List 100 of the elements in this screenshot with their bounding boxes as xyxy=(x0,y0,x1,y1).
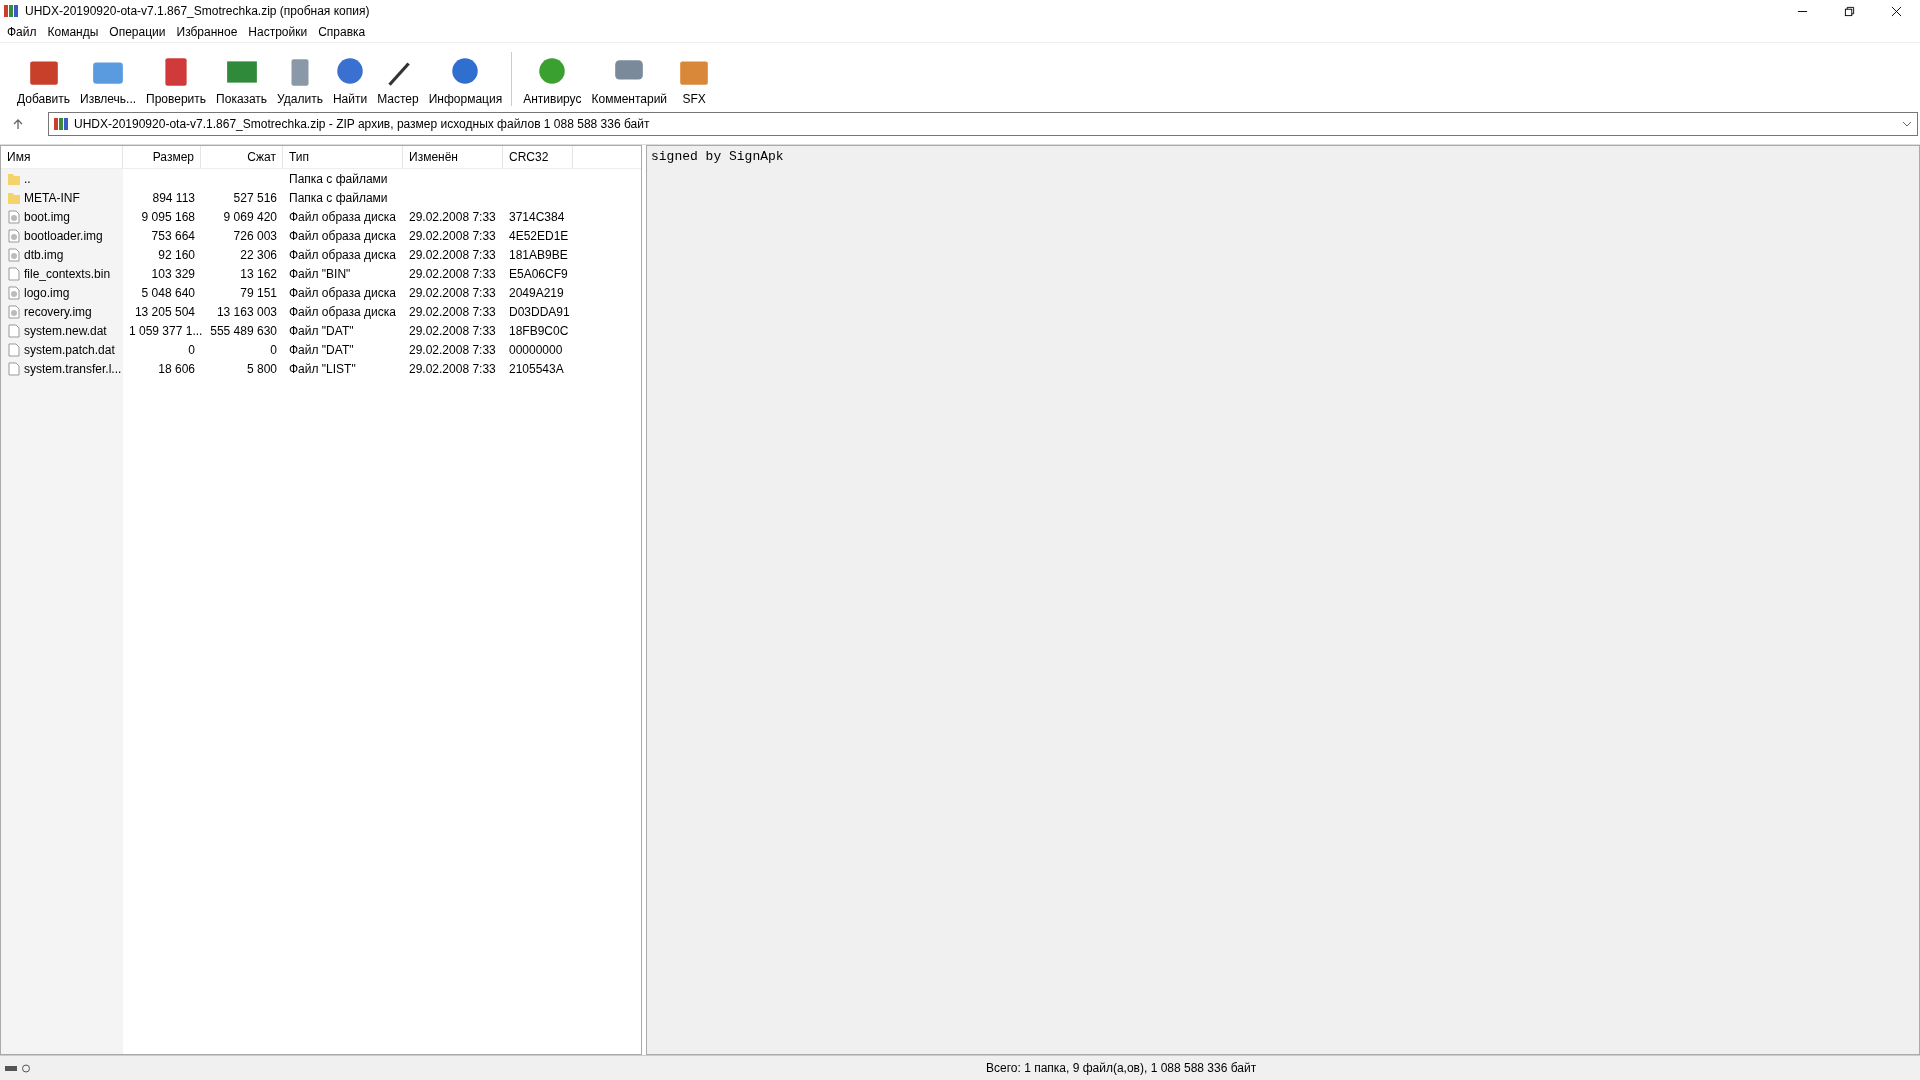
packed-cell-text: 0 xyxy=(269,342,278,357)
modified-cell-text: 29.02.2008 7:33 xyxy=(408,228,497,243)
menu-item[interactable]: Избранное xyxy=(171,25,244,39)
modified-cell-text: 29.02.2008 7:33 xyxy=(408,209,497,224)
toolbar-button[interactable]: Извлечь... xyxy=(75,55,142,106)
file-name-cell[interactable]: boot.img xyxy=(1,209,123,224)
column-header[interactable]: Изменён xyxy=(403,146,503,168)
toolbar-button[interactable]: SFX xyxy=(672,55,717,106)
file-name-cell[interactable]: system.transfer.l... xyxy=(1,361,123,376)
column-header[interactable]: Тип xyxy=(283,146,403,168)
type-cell-text: Файл образа диска xyxy=(288,209,397,224)
menu-item[interactable]: Команды xyxy=(42,25,105,39)
size-cell-text: 92 160 xyxy=(157,247,196,262)
file-name-cell[interactable]: .. xyxy=(1,171,123,186)
packed-cell-text: 5 800 xyxy=(245,361,278,376)
modified-cell-text: 29.02.2008 7:33 xyxy=(408,285,497,300)
size-cell-text: 13 205 504 xyxy=(133,304,196,319)
toolbar-button[interactable]: Информация xyxy=(423,55,508,106)
packed-cell-text: 22 306 xyxy=(239,247,278,262)
toolbar-button[interactable]: Добавить xyxy=(12,55,76,106)
file-name-cell[interactable]: bootloader.img xyxy=(1,228,123,243)
packed-cell-text: 555 489 630 xyxy=(209,323,278,338)
menu-item[interactable]: Справка xyxy=(313,25,372,39)
type-cell-text: Файл "LIST" xyxy=(288,361,357,376)
menu-item[interactable]: Файл xyxy=(2,25,43,39)
packed-cell-text: 527 516 xyxy=(232,190,278,205)
file-name: logo.img xyxy=(24,285,70,300)
file-name-cell[interactable]: dtb.img xyxy=(1,247,123,262)
status-text: Всего: 1 папка, 9 файл(а,ов), 1 088 588 336 байт xyxy=(986,1061,1257,1075)
modified-cell-text: 29.02.2008 7:33 xyxy=(408,342,497,357)
file-name: system.patch.dat xyxy=(24,342,115,357)
column-header[interactable]: Размер xyxy=(123,146,201,168)
file-name: recovery.img xyxy=(24,304,92,319)
toolbar-button[interactable]: Показать xyxy=(211,55,273,106)
size-cell-text: 753 664 xyxy=(150,228,196,243)
type-cell-text: Папка с файлами xyxy=(288,171,389,186)
column-header[interactable]: Имя xyxy=(1,146,123,168)
file-name-cell[interactable]: recovery.img xyxy=(1,304,123,319)
packed-cell-text: 13 163 003 xyxy=(215,304,278,319)
size-cell-text: 894 113 xyxy=(151,190,196,205)
file-icon xyxy=(7,266,21,281)
packed-cell-text: 9 069 420 xyxy=(222,209,278,224)
toolbar-button[interactable]: Найти xyxy=(327,55,373,106)
size-cell-text: 18 606 xyxy=(157,361,196,376)
toolbar-button[interactable]: Мастер xyxy=(372,55,424,106)
file-name-cell[interactable]: file_contexts.bin xyxy=(1,266,123,281)
packed-cell-text: 726 003 xyxy=(232,228,278,243)
file-name-cell[interactable]: META-INF xyxy=(1,190,123,205)
column-header[interactable]: Сжат xyxy=(201,146,283,168)
file-name: bootloader.img xyxy=(24,228,103,243)
file-name-cell[interactable]: system.new.dat xyxy=(1,323,123,338)
type-cell-text: Файл "BIN" xyxy=(288,266,352,281)
packed-cell-text: 79 151 xyxy=(239,285,278,300)
size-cell-text: 9 095 168 xyxy=(140,209,196,224)
type-cell-text: Файл образа диска xyxy=(288,304,397,319)
crc-cell-text: 4E52ED1E xyxy=(508,228,570,243)
type-cell-text: Файл "DAT" xyxy=(288,323,355,338)
toolbar-button[interactable]: Удалить xyxy=(272,55,328,106)
type-cell-text: Файл образа диска xyxy=(288,247,397,262)
modified-cell-text: 29.02.2008 7:33 xyxy=(408,323,497,338)
file-name-cell[interactable]: logo.img xyxy=(1,285,123,300)
type-cell-text: Файл образа диска xyxy=(288,228,397,243)
column-header[interactable]: CRC32 xyxy=(503,146,573,168)
menu-item[interactable]: Операции xyxy=(104,25,172,39)
size-cell-text: 5 048 640 xyxy=(140,285,196,300)
file-name: system.transfer.l... xyxy=(24,361,122,376)
toolbar-button[interactable]: Антивирус xyxy=(518,55,587,106)
disk-image-icon xyxy=(7,228,21,243)
up-arrow-icon[interactable] xyxy=(12,118,24,130)
window-title: UHDX-20190920-ota-v7.1.867_Smotrechka.zip (пробная копия) xyxy=(25,4,370,18)
size-cell-text: 0 xyxy=(187,342,196,357)
file-name: .. xyxy=(24,171,31,186)
file-name: META-INF xyxy=(24,190,80,205)
file-icon xyxy=(7,361,21,376)
disk-image-icon xyxy=(7,247,21,262)
disk-image-icon xyxy=(7,209,21,224)
crc-cell-text: 2105543A xyxy=(508,361,565,376)
file-name-cell[interactable]: system.patch.dat xyxy=(1,342,123,357)
disk-image-icon xyxy=(7,304,21,319)
modified-cell-text: 29.02.2008 7:33 xyxy=(408,361,497,376)
file-icon xyxy=(7,323,21,338)
crc-cell-text: 18FB9C0C xyxy=(508,323,570,338)
packed-cell-text: 13 162 xyxy=(239,266,278,281)
type-cell-text: Файл образа диска xyxy=(288,285,397,300)
toolbar-button[interactable]: Комментарий xyxy=(586,55,673,106)
crc-cell-text: D03DDA91 xyxy=(508,304,571,319)
disk-image-icon xyxy=(7,285,21,300)
file-name: file_contexts.bin xyxy=(24,266,111,281)
crc-cell-text: 00000000 xyxy=(508,342,564,357)
size-cell-text: 1 059 377 1... xyxy=(128,323,201,338)
crc-cell-text: 181AB9BE xyxy=(508,247,569,262)
type-cell-text: Файл "DAT" xyxy=(288,342,355,357)
comment-text: signed by SignApk xyxy=(651,149,784,164)
type-cell-text: Папка с файлами xyxy=(288,190,389,205)
crc-cell-text: E5A06CF9 xyxy=(508,266,569,281)
toolbar-button[interactable]: Проверить xyxy=(141,55,212,106)
address-field[interactable]: UHDX-20190920-ota-v7.1.867_Smotrechka.zip - ZIP архив, размер исходных файлов 1 088 588 336 байт xyxy=(48,112,1918,136)
file-name: dtb.img xyxy=(24,247,64,262)
menu-item[interactable]: Настройки xyxy=(243,25,314,39)
file-icon xyxy=(7,342,21,357)
